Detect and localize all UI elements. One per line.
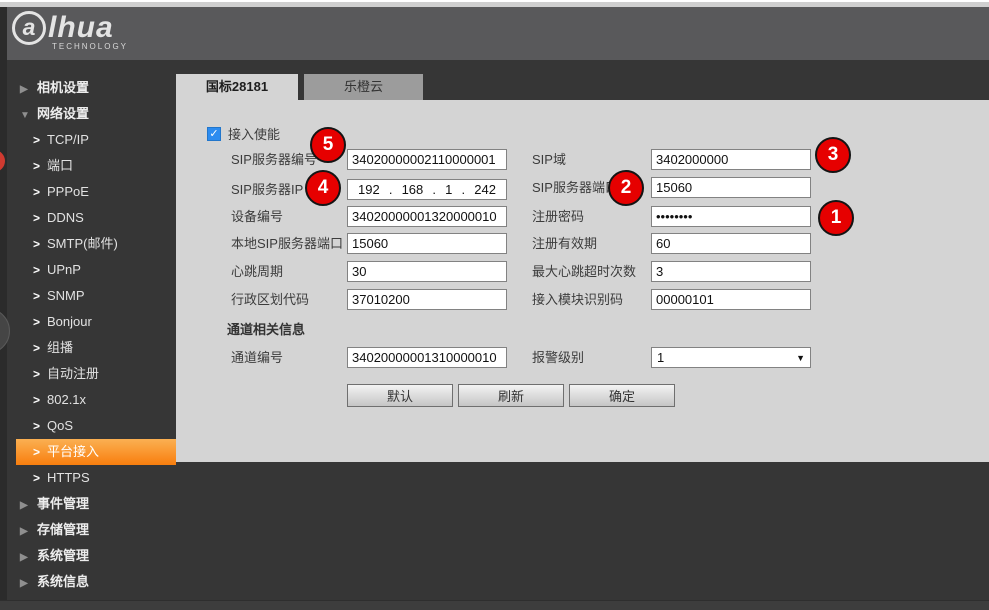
device-id-input[interactable] — [347, 206, 507, 227]
sip-domain-label: SIP域 — [532, 149, 566, 170]
sidebar-item-port[interactable]: >端口 — [33, 153, 176, 179]
register-password-label: 注册密码 — [532, 206, 584, 227]
heartbeat-period-input[interactable] — [347, 261, 507, 282]
sidebar-item-qos[interactable]: >QoS — [33, 413, 176, 439]
triangle-right-icon: ▶ — [20, 571, 34, 597]
sidebar-item-network-settings[interactable]: ▼网络设置 — [20, 101, 170, 127]
sidebar-item-storage-management[interactable]: ▶存储管理 — [20, 517, 170, 543]
logo-wordmark: lhua — [48, 11, 114, 45]
chevron-right-icon: > — [33, 179, 45, 205]
sidebar-item-event-management[interactable]: ▶事件管理 — [20, 491, 170, 517]
access-module-id-label: 接入模块识别码 — [532, 289, 623, 310]
sidebar-item-8021x[interactable]: >802.1x — [33, 387, 176, 413]
chevron-right-icon: > — [33, 439, 45, 465]
ip-dot: . — [432, 182, 436, 197]
sidebar-item-system-management[interactable]: ▶系统管理 — [20, 543, 170, 569]
access-module-id-input[interactable] — [651, 289, 811, 310]
register-valid-period-input[interactable] — [651, 233, 811, 254]
sidebar-item-bonjour[interactable]: >Bonjour — [33, 309, 176, 335]
select-arrow-icon: ▼ — [796, 353, 805, 363]
triangle-right-icon: ▶ — [20, 493, 34, 519]
sidebar-item-auto-register[interactable]: >自动注册 — [33, 361, 176, 387]
max-heartbeat-timeouts-label: 最大心跳超时次数 — [532, 261, 636, 282]
sidebar-item-snmp[interactable]: >SNMP — [33, 283, 176, 309]
chevron-right-icon: > — [33, 387, 45, 413]
sip-domain-input[interactable] — [651, 149, 811, 170]
sidebar-item-multicast[interactable]: >组播 — [33, 335, 176, 361]
sip-server-ip-label: SIP服务器IP — [231, 179, 303, 200]
ip-dot: . — [389, 182, 393, 197]
register-password-input[interactable] — [651, 206, 811, 227]
annotation-badge-4: 4 — [305, 170, 341, 206]
tab-lechange-cloud[interactable]: 乐橙云 — [304, 74, 423, 100]
admin-region-code-label: 行政区划代码 — [231, 289, 309, 310]
heartbeat-period-label: 心跳周期 — [231, 261, 283, 282]
sidebar-item-upnp[interactable]: >UPnP — [33, 257, 176, 283]
sidebar-item-smtp[interactable]: >SMTP(邮件) — [33, 231, 176, 257]
dahua-config-page: alhua TECHNOLOGY ▶相机设置 ▼网络设置 >TCP/IP >端口… — [0, 0, 989, 610]
admin-region-code-input[interactable] — [347, 289, 507, 310]
left-edge-strip — [0, 7, 7, 610]
confirm-button[interactable]: 确定 — [569, 384, 675, 407]
chevron-right-icon: > — [33, 231, 45, 257]
triangle-right-icon: ▶ — [20, 545, 34, 571]
triangle-right-icon: ▶ — [20, 77, 34, 103]
footer-strip — [0, 600, 989, 610]
logo-subtitle: TECHNOLOGY — [52, 42, 128, 51]
dahua-logo: alhua TECHNOLOGY — [12, 11, 128, 51]
sidebar-item-system-info[interactable]: ▶系统信息 — [20, 569, 170, 595]
sidebar-item-platform-access[interactable]: >平台接入 — [16, 439, 176, 465]
channel-section-title: 通道相关信息 — [227, 319, 305, 340]
ip-dot: . — [462, 182, 466, 197]
sidebar-item-tcpip[interactable]: >TCP/IP — [33, 127, 176, 153]
device-id-label: 设备编号 — [231, 206, 283, 227]
sip-server-port-label: SIP服务器端口 — [532, 177, 618, 198]
refresh-button[interactable]: 刷新 — [458, 384, 564, 407]
alarm-level-value: 1 — [657, 350, 664, 365]
chevron-right-icon: > — [33, 153, 45, 179]
enable-label: 接入使能 — [228, 124, 280, 145]
annotation-badge-1: 1 — [818, 200, 854, 236]
chevron-right-icon: > — [33, 283, 45, 309]
chevron-right-icon: > — [33, 413, 45, 439]
sip-server-port-input[interactable] — [651, 177, 811, 198]
check-icon: ✓ — [209, 128, 218, 140]
triangle-down-icon: ▼ — [20, 103, 34, 129]
channel-id-input[interactable] — [347, 347, 507, 368]
enable-checkbox[interactable]: ✓ — [207, 127, 221, 141]
register-valid-period-label: 注册有效期 — [532, 233, 597, 254]
max-heartbeat-timeouts-input[interactable] — [651, 261, 811, 282]
chevron-right-icon: > — [33, 205, 45, 231]
sip-server-ip-input[interactable]: 192. 168. 1. 242 — [347, 179, 507, 200]
sip-server-id-label: SIP服务器编号 — [231, 149, 317, 170]
alarm-level-label: 报警级别 — [532, 347, 584, 368]
annotation-badge-3: 3 — [815, 137, 851, 173]
sidebar-item-camera-settings[interactable]: ▶相机设置 — [20, 75, 170, 101]
default-button[interactable]: 默认 — [347, 384, 453, 407]
header-band: alhua TECHNOLOGY — [0, 7, 989, 60]
logo-a-ring: a — [12, 11, 46, 45]
triangle-right-icon: ▶ — [20, 519, 34, 545]
local-sip-port-input[interactable] — [347, 233, 507, 254]
sip-server-id-input[interactable] — [347, 149, 507, 170]
chevron-right-icon: > — [33, 335, 45, 361]
tab-gb28181[interactable]: 国标28181 — [176, 74, 298, 100]
chevron-right-icon: > — [33, 257, 45, 283]
chevron-right-icon: > — [33, 465, 45, 491]
sidebar-item-ddns[interactable]: >DDNS — [33, 205, 176, 231]
annotation-badge-5: 5 — [310, 127, 346, 163]
chevron-right-icon: > — [33, 309, 45, 335]
alarm-level-select[interactable]: 1 ▼ — [651, 347, 811, 368]
local-sip-port-label: 本地SIP服务器端口 — [231, 233, 343, 254]
sidebar-item-https[interactable]: >HTTPS — [33, 465, 176, 491]
annotation-badge-2: 2 — [608, 170, 644, 206]
chevron-right-icon: > — [33, 127, 45, 153]
channel-id-label: 通道编号 — [231, 347, 283, 368]
chevron-right-icon: > — [33, 361, 45, 387]
sidebar-item-pppoe[interactable]: >PPPoE — [33, 179, 176, 205]
